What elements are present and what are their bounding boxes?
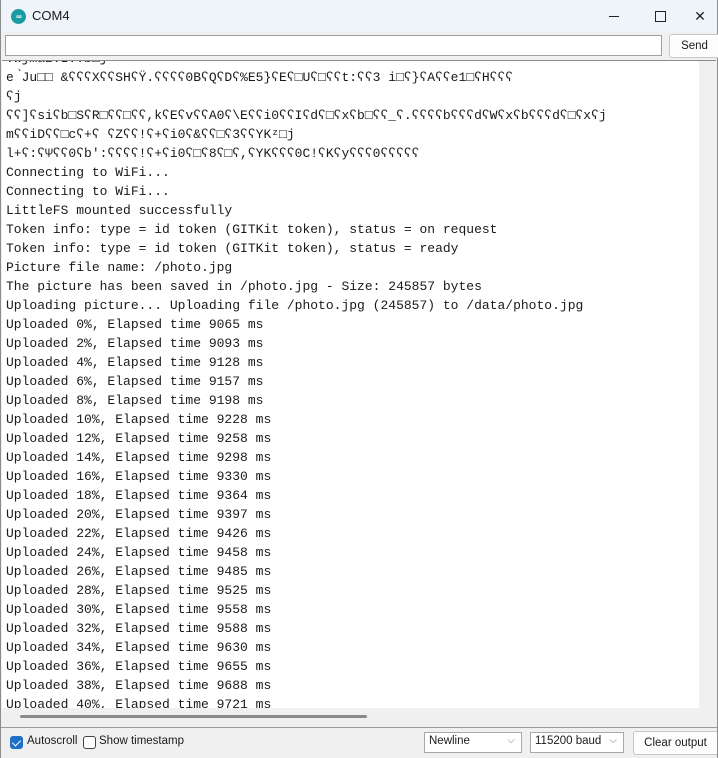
close-icon: ✕	[694, 7, 706, 24]
output-line: Uploaded 14%, Elapsed time 9298 ms	[6, 450, 272, 465]
line-ending-select[interactable]: Newline ⌵	[424, 732, 522, 753]
output-line: Uploading picture... Uploading file /pho…	[6, 298, 584, 313]
output-line: The picture has been saved in /photo.jpg…	[6, 279, 482, 294]
output-line: Uploaded 6%, Elapsed time 9157 ms	[6, 374, 264, 389]
output-line: Uploaded 8%, Elapsed time 9198 ms	[6, 393, 264, 408]
minimize-icon	[609, 15, 619, 17]
output-line: Uploaded 4%, Elapsed time 9128 ms	[6, 355, 264, 370]
horizontal-scrollbar[interactable]	[2, 708, 716, 725]
output-line: Token info: type = id token (GITKit toke…	[6, 241, 459, 256]
autoscroll-checkbox[interactable]	[10, 736, 23, 749]
output-line: Uploaded 10%, Elapsed time 9228 ms	[6, 412, 272, 427]
chevron-down-icon: ⌵	[507, 735, 515, 746]
title-bar[interactable]: ∞ COM4 ✕	[1, 0, 717, 32]
output-line: ʕj	[6, 89, 22, 104]
autoscroll-label[interactable]: Autoscroll	[27, 735, 78, 747]
output-line: Uploaded 26%, Elapsed time 9485 ms	[6, 564, 272, 579]
show-timestamp-label[interactable]: Show timestamp	[99, 735, 184, 747]
output-line: mʕʕiDʕʕ□cʕ+ʕ ʕZʕʕ!ʕ+ʕi0ʕ&ʕʕ□ʕ3ʕʕYKᶻ□j	[6, 127, 295, 142]
clear-output-button[interactable]: Clear output	[633, 731, 717, 755]
baud-rate-select[interactable]: 115200 baud ⌵	[530, 732, 624, 753]
output-lines: .Wjmaz.I..b□j e ̀Ju□□ &ʕʕʕXʕʕSHʕŸ.ʕʕʕʕ0Bʕ…	[6, 61, 696, 709]
output-line: Uploaded 18%, Elapsed time 9364 ms	[6, 488, 272, 503]
output-line: Uploaded 20%, Elapsed time 9397 ms	[6, 507, 272, 522]
output-line: Uploaded 38%, Elapsed time 9688 ms	[6, 678, 272, 693]
baud-rate-value: 115200 baud	[535, 735, 602, 747]
output-line: Uploaded 34%, Elapsed time 9630 ms	[6, 640, 272, 655]
output-line: e ̀Ju□□ &ʕʕʕXʕʕSHʕŸ.ʕʕʕʕ0BʕQʕDʕ%E5}ʕEʕ□U…	[6, 70, 514, 85]
close-button[interactable]: ✕	[683, 0, 717, 32]
output-line: Uploaded 22%, Elapsed time 9426 ms	[6, 526, 272, 541]
line-ending-value: Newline	[429, 735, 470, 747]
output-line: l+ʕ:ʕΨʕʕ0ʕb':ʕʕʕʕ!ʕ+ʕi0ʕ□ʕ8ʕ□ʕ,ʕYKʕʕʕ0C!…	[6, 146, 420, 161]
chevron-down-icon: ⌵	[609, 735, 617, 746]
output-line: ʕʕ]ʕsiʕb□SʕR□ʕʕ□ʕʕ,kʕEʕvʕʕA0ʕ\Eʕʕi0ʕʕIʕd…	[6, 108, 607, 123]
output-line: Uploaded 12%, Elapsed time 9258 ms	[6, 431, 272, 446]
output-line: Uploaded 24%, Elapsed time 9458 ms	[6, 545, 272, 560]
output-line: Uploaded 32%, Elapsed time 9588 ms	[6, 621, 272, 636]
output-line: Connecting to WiFi...	[6, 184, 170, 199]
output-line: Connecting to WiFi...	[6, 165, 170, 180]
minimize-button[interactable]	[591, 0, 637, 32]
output-line: LittleFS mounted successfully	[6, 203, 233, 218]
output-line: Uploaded 28%, Elapsed time 9525 ms	[6, 583, 272, 598]
output-line: .Wjmaz.I..b□j	[6, 61, 696, 68]
output-line: Uploaded 30%, Elapsed time 9558 ms	[6, 602, 272, 617]
footer-bar: Autoscroll Show timestamp Newline ⌵ 1152…	[1, 727, 717, 758]
show-timestamp-checkbox[interactable]	[83, 736, 96, 749]
output-line: Picture file name: /photo.jpg	[6, 260, 233, 275]
output-line: Uploaded 2%, Elapsed time 9093 ms	[6, 336, 264, 351]
arduino-icon: ∞	[11, 9, 26, 24]
vertical-scrollbar[interactable]	[699, 61, 716, 709]
output-line: Uploaded 16%, Elapsed time 9330 ms	[6, 469, 272, 484]
send-button[interactable]: Send	[669, 34, 718, 58]
horizontal-scrollbar-thumb[interactable]	[20, 715, 367, 718]
send-message-input[interactable]	[5, 35, 662, 56]
output-line: Uploaded 40%, Elapsed time 9721 ms	[6, 697, 272, 709]
maximize-button[interactable]	[637, 0, 683, 32]
serial-output-area[interactable]: .Wjmaz.I..b□j e ̀Ju□□ &ʕʕʕXʕʕSHʕŸ.ʕʕʕʕ0Bʕ…	[2, 60, 716, 709]
maximize-icon	[654, 10, 666, 22]
serial-monitor-window: ∞ COM4 ✕ Send .Wjmaz.I..b□j e ̀Ju□□ &ʕʕʕX…	[0, 0, 718, 758]
output-line: Uploaded 36%, Elapsed time 9655 ms	[6, 659, 272, 674]
output-line: Token info: type = id token (GITKit toke…	[6, 222, 498, 237]
output-line: Uploaded 0%, Elapsed time 9065 ms	[6, 317, 264, 332]
window-title: COM4	[32, 8, 70, 23]
